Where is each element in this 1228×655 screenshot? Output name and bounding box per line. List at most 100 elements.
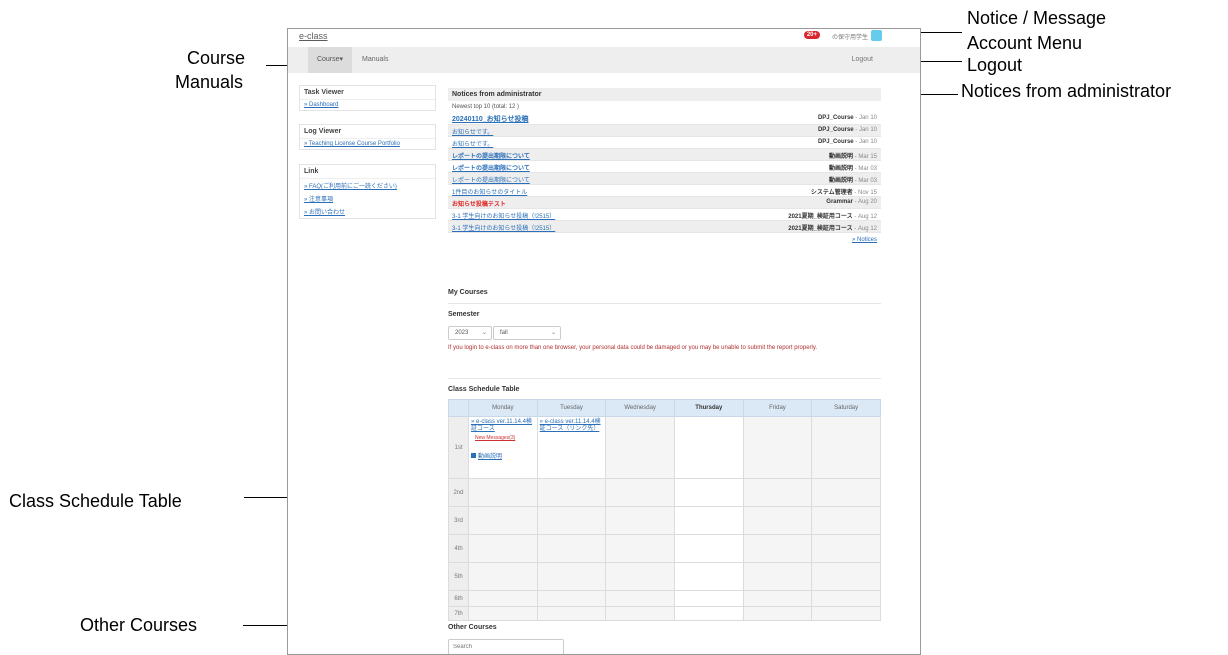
document-icon bbox=[471, 453, 476, 458]
schedule-cell bbox=[536, 534, 607, 563]
chevron-down-icon: ⌄ bbox=[550, 330, 556, 336]
schedule-cell bbox=[811, 506, 881, 535]
schedule-row: 3rd bbox=[448, 506, 881, 535]
schedule-cell bbox=[536, 506, 607, 535]
notes-link[interactable]: » 注意事項 bbox=[300, 192, 435, 205]
annotation-logout: Logout bbox=[967, 55, 1023, 75]
notice-course: DPJ_Course bbox=[817, 127, 854, 133]
schedule-cell bbox=[673, 506, 744, 535]
nav-bar: Course▾ Manuals Logout bbox=[288, 47, 920, 73]
schedule-cell bbox=[468, 506, 538, 535]
divider bbox=[448, 303, 881, 304]
schedule-cell bbox=[673, 562, 744, 591]
schedule-cell bbox=[673, 478, 744, 507]
period-label: 2nd bbox=[448, 478, 469, 507]
day-header: Wednesday bbox=[605, 399, 675, 417]
schedule-cell bbox=[673, 590, 744, 607]
notice-title[interactable]: 3-1 学生向けのお知らせ投稿（!2515） bbox=[452, 223, 555, 232]
notice-row[interactable]: お知らせです。 DPJ_Course - Jan 10 bbox=[448, 125, 881, 137]
notice-course: 2021夏期_検証用コース bbox=[788, 214, 853, 220]
notice-title[interactable]: 20240110_お知らせ投稿 bbox=[452, 114, 529, 124]
term-select[interactable]: fall ⌄ bbox=[493, 326, 561, 340]
corner-cell bbox=[448, 399, 469, 417]
brand-link[interactable]: e-class bbox=[299, 31, 328, 41]
notice-date: - Jan 10 bbox=[853, 127, 877, 133]
notice-title[interactable]: 3-1 学生向けのお知らせ投稿（!2515） bbox=[452, 211, 555, 220]
notice-row[interactable]: 20240110_お知らせ投稿 DPJ_Course - Jan 10 bbox=[448, 113, 881, 125]
schedule-cell bbox=[742, 562, 813, 591]
notice-course: 動画説明 bbox=[828, 166, 853, 172]
notice-title[interactable]: 1件目のお知らせのタイトル bbox=[452, 187, 527, 196]
annotation-notice-message: Notice / Message bbox=[967, 8, 1107, 28]
notice-title[interactable]: お知らせ投稿テスト bbox=[452, 199, 506, 208]
schedule-cell bbox=[605, 590, 675, 607]
schedule-cell bbox=[811, 590, 881, 607]
schedule-header-row: Monday Tuesday Wednesday Thursday Friday… bbox=[448, 399, 881, 417]
task-viewer-box: Task Viewer » Dashboard bbox=[299, 85, 436, 111]
day-header: Thursday bbox=[673, 399, 744, 417]
notice-course: DPJ_Course bbox=[817, 115, 854, 121]
notice-row[interactable]: 3-1 学生向けのお知らせ投稿（!2515） 2021夏期_検証用コース - A… bbox=[448, 221, 881, 233]
year-select[interactable]: 2023 ⌄ bbox=[448, 326, 492, 340]
schedule-cell bbox=[468, 562, 538, 591]
notice-title[interactable]: レポートの提出期限について bbox=[452, 151, 530, 160]
notice-date: - Aug 12 bbox=[852, 214, 877, 220]
annotation-manuals: Manuals bbox=[175, 72, 244, 92]
schedule-cell bbox=[811, 534, 881, 563]
day-header: Friday bbox=[742, 399, 813, 417]
notice-row[interactable]: レポートの提出期限について 動画説明 - Mar 03 bbox=[448, 173, 881, 185]
link-box: Link » FAQ(ご利用前にご一読ください) » 注意事項 » お問い合わせ bbox=[299, 164, 436, 219]
schedule-cell bbox=[742, 478, 813, 507]
schedule-cell bbox=[673, 416, 744, 479]
course-material-link[interactable]: 動画説明 bbox=[469, 443, 537, 462]
course-search-input[interactable] bbox=[448, 639, 564, 654]
notification-badge[interactable]: 20+ bbox=[803, 31, 820, 39]
notice-row[interactable]: 1件目のお知らせのタイトル システム管理者 - Nov 15 bbox=[448, 185, 881, 197]
divider bbox=[448, 378, 881, 379]
dashboard-link[interactable]: » Dashboard bbox=[300, 100, 435, 110]
more-notices-link[interactable]: » Notices bbox=[448, 233, 881, 247]
notice-row[interactable]: お知らせです。 DPJ_Course - Jan 10 bbox=[448, 137, 881, 149]
login-warning: If you login to e-class on more than one… bbox=[448, 345, 818, 351]
other-courses-title: Other Courses bbox=[448, 624, 497, 631]
period-label: 7th bbox=[448, 606, 469, 621]
notice-date: - Jan 10 bbox=[853, 139, 877, 145]
annotation-account-menu: Account Menu bbox=[967, 33, 1083, 53]
course-link[interactable]: » e-class ver.11.14.4検証コース（リンク先） bbox=[538, 417, 606, 433]
period-label: 5th bbox=[448, 562, 469, 591]
notice-title[interactable]: お知らせです。 bbox=[452, 127, 493, 136]
portfolio-link[interactable]: » Teaching License Course Portfolio bbox=[300, 139, 435, 149]
annotation-notices: Notices from administrator bbox=[961, 81, 1172, 101]
notice-row[interactable]: レポートの提出期限について 動画説明 - Mar 03 bbox=[448, 161, 881, 173]
new-messages-link[interactable]: New Messages(3) bbox=[469, 433, 537, 443]
schedule-cell bbox=[811, 416, 881, 479]
notice-row[interactable]: お知らせ投稿テスト Grammar - Aug 20 bbox=[448, 197, 881, 209]
notice-row[interactable]: レポートの提出期限について 動画説明 - Mar 15 bbox=[448, 149, 881, 161]
notice-date: - Jan 10 bbox=[853, 115, 877, 121]
schedule-cell bbox=[742, 606, 813, 621]
schedule-cell bbox=[742, 416, 813, 479]
account-menu[interactable]: の保守用学生 bbox=[832, 32, 868, 41]
avatar-icon[interactable] bbox=[871, 30, 882, 41]
course-link[interactable]: » e-class ver.11.14.4検証コース bbox=[469, 417, 537, 433]
day-header: Tuesday bbox=[536, 399, 607, 417]
logout-button[interactable]: Logout bbox=[852, 47, 873, 73]
notices-title: Notices from administrator bbox=[448, 88, 881, 101]
schedule-row: 2nd bbox=[448, 478, 881, 507]
notice-title[interactable]: レポートの提出期限について bbox=[452, 163, 530, 172]
course-menu[interactable]: Course▾ bbox=[308, 47, 352, 73]
schedule-cell bbox=[673, 534, 744, 563]
schedule-cell bbox=[536, 478, 607, 507]
notice-course: Grammar bbox=[826, 199, 853, 205]
manuals-link[interactable]: Manuals bbox=[362, 47, 388, 73]
schedule-cell bbox=[605, 416, 675, 479]
faq-link[interactable]: » FAQ(ご利用前にご一読ください) bbox=[300, 179, 435, 192]
annotation-other-courses: Other Courses bbox=[80, 615, 198, 635]
notice-row[interactable]: 3-1 学生向けのお知らせ投稿（!2515） 2021夏期_検証用コース - A… bbox=[448, 209, 881, 221]
contact-link[interactable]: » お問い合わせ bbox=[300, 205, 435, 218]
notice-title[interactable]: レポートの提出期限について bbox=[452, 175, 530, 184]
term-value: fall bbox=[500, 330, 508, 336]
schedule-cell bbox=[536, 606, 607, 621]
notice-title[interactable]: お知らせです。 bbox=[452, 139, 493, 148]
schedule-row: 5th bbox=[448, 562, 881, 591]
